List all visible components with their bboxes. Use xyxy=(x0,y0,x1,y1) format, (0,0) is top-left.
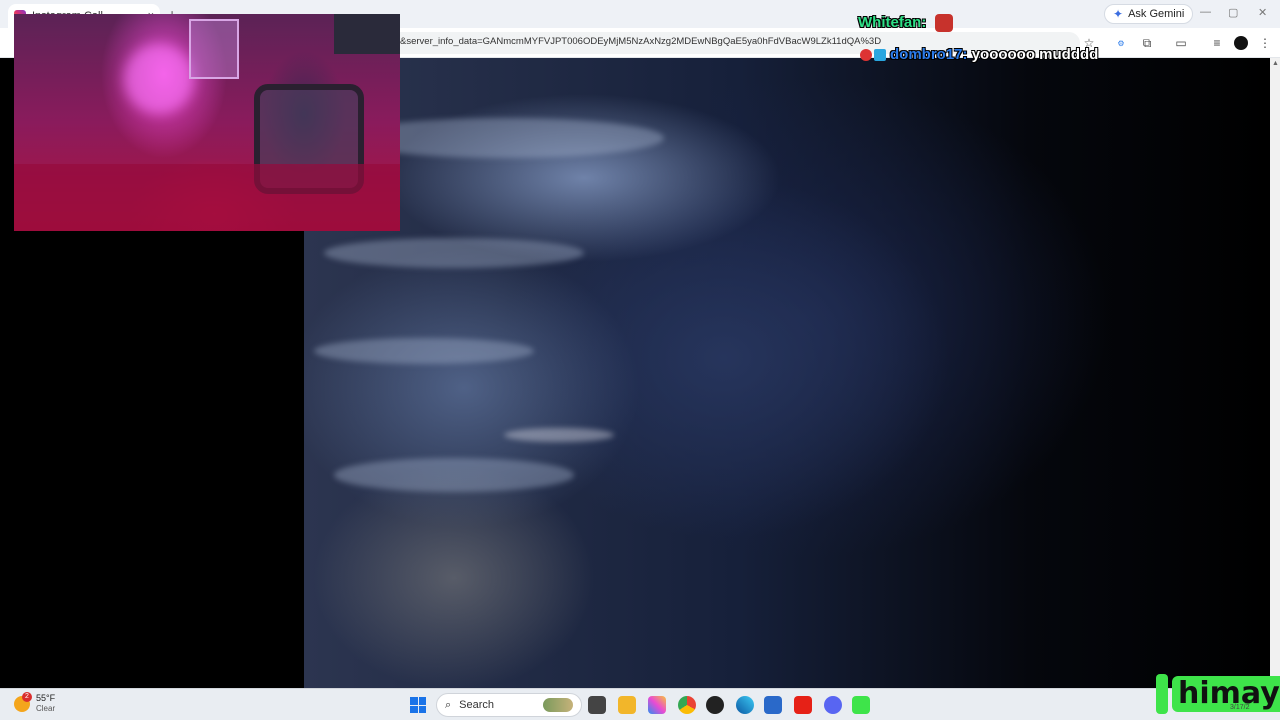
desk xyxy=(14,164,400,231)
wall-poster xyxy=(334,14,400,54)
chat-text: yoooooo mudddd xyxy=(971,46,1099,63)
kick-icon[interactable] xyxy=(852,696,870,714)
streamer-logo: himay xyxy=(1156,672,1280,716)
webcam-overlay xyxy=(14,14,400,231)
chat-username: Whitefan: xyxy=(858,14,927,31)
menu-list-icon[interactable]: ≡ xyxy=(1208,34,1226,52)
chat-username: dombro17: xyxy=(890,46,968,63)
search-highlight-image xyxy=(543,698,573,712)
search-icon: ⌕ xyxy=(445,698,452,711)
gemini-sparkle-icon: ✦ xyxy=(1113,7,1124,21)
search-label: Search xyxy=(459,699,495,711)
store-icon[interactable] xyxy=(764,696,782,714)
motion-blur xyxy=(324,238,584,268)
taskbar-search[interactable]: ⌕ Search xyxy=(436,693,582,717)
cube-badge-icon xyxy=(874,49,886,62)
chat-message: Whitefan: xyxy=(858,14,953,33)
cast-icon[interactable]: ▭ xyxy=(1172,34,1190,52)
video-call-feed xyxy=(304,58,1270,688)
edge-icon[interactable] xyxy=(736,696,754,714)
ask-gemini-label: Ask Gemini xyxy=(1128,8,1185,20)
profile-avatar[interactable] xyxy=(1232,34,1250,52)
weather-condition: Clear xyxy=(36,704,56,713)
brand-name: himay xyxy=(1172,676,1280,712)
extension-badge-icon[interactable]: ⚙ xyxy=(1112,34,1130,52)
kebab-menu-icon[interactable]: ⋮ xyxy=(1256,34,1274,52)
start-button[interactable] xyxy=(410,697,426,713)
scrollbar[interactable]: ▲ xyxy=(1270,58,1280,688)
minimize-icon[interactable]: — xyxy=(1200,6,1211,18)
extensions-icon[interactable]: ⧉ xyxy=(1138,34,1156,52)
weather-widget[interactable]: 2 55°F Clear xyxy=(14,691,56,714)
badge-icon xyxy=(860,49,872,62)
obs-icon[interactable] xyxy=(706,696,724,714)
desktop-screen: Instagram Call × + ✦ Ask Gemini — ▢ ✕ &s… xyxy=(0,0,1280,720)
address-url[interactable]: &server_info_data=GANmcmMYFVJPT006ODEyMj… xyxy=(400,36,881,47)
discord-icon[interactable] xyxy=(824,696,842,714)
scroll-up-icon[interactable]: ▲ xyxy=(1272,60,1279,67)
weather-alert-badge: 2 xyxy=(22,691,32,702)
motion-blur xyxy=(314,338,534,364)
task-view-icon[interactable] xyxy=(588,696,606,714)
copilot-icon[interactable] xyxy=(648,696,666,714)
logo-bar xyxy=(1156,674,1168,714)
maximize-icon[interactable]: ▢ xyxy=(1228,6,1238,19)
weather-temperature: 55°F xyxy=(36,693,56,703)
weather-sun-icon: 2 xyxy=(14,691,32,712)
room-window xyxy=(189,19,239,79)
folder-icon[interactable] xyxy=(618,696,636,714)
taskbar: 2 55°F Clear ⌕ Search xyxy=(0,688,1280,720)
emote-icon xyxy=(934,14,953,33)
taskbar-date: 3/17/2 xyxy=(1230,704,1250,711)
pink-light xyxy=(124,44,194,114)
chrome-icon[interactable] xyxy=(678,696,696,714)
close-window-icon[interactable]: ✕ xyxy=(1258,6,1267,19)
youtube-icon[interactable] xyxy=(794,696,812,714)
motion-blur xyxy=(334,458,574,492)
ask-gemini-button[interactable]: ✦ Ask Gemini xyxy=(1104,4,1194,24)
motion-blur xyxy=(504,428,614,442)
chat-message: dombro17: yoooooo mudddd xyxy=(860,46,1098,63)
